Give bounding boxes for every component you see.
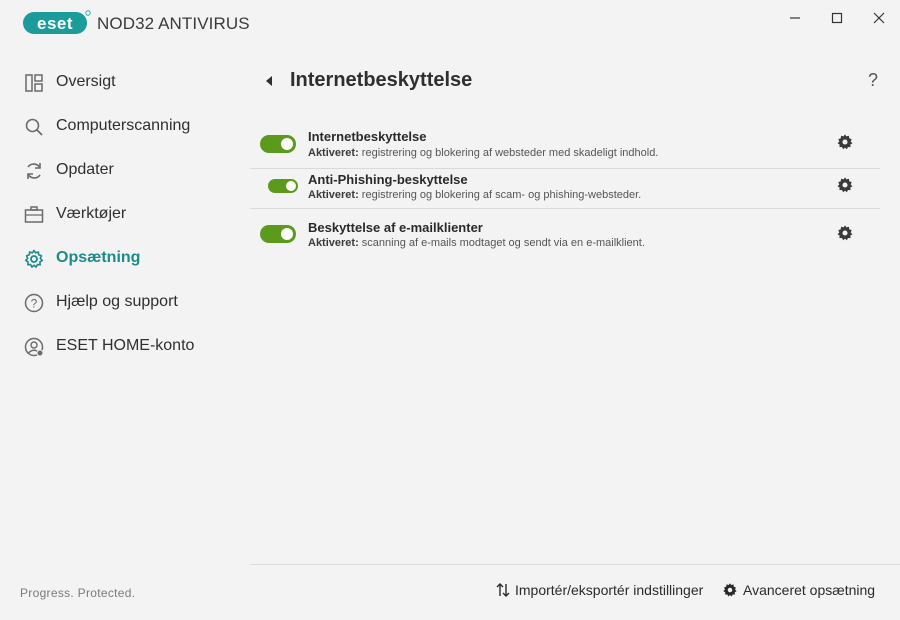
sidebar-item-label: Oversigt	[56, 73, 116, 90]
sidebar-item-label: Hjælp og support	[56, 293, 178, 310]
row-status: Aktiveret:	[308, 237, 359, 249]
internet-protection-toggle[interactable]	[260, 135, 296, 153]
footer-divider	[250, 564, 900, 565]
page-title: Internetbeskyttelse	[290, 69, 473, 91]
eset-logo: eset	[23, 10, 91, 36]
import-export-button[interactable]: Importér/eksportér indstillinger	[496, 582, 703, 598]
sidebar-item-computerscanning[interactable]: Computerscanning	[0, 106, 250, 146]
row-description-text: registrering og blokering af websteder m…	[358, 147, 659, 159]
gear-icon	[24, 249, 44, 269]
import-export-icon	[496, 582, 510, 598]
anti-phishing-toggle[interactable]	[268, 179, 298, 193]
email-client-protection-toggle[interactable]	[260, 225, 296, 243]
gear-icon	[722, 582, 738, 598]
back-arrow-icon	[266, 76, 272, 86]
tagline: Progress. Protected.	[20, 586, 136, 600]
sidebar-item-opsaetning[interactable]: Opsætning	[0, 238, 250, 278]
sidebar-item-label: Opdater	[56, 161, 114, 178]
sidebar-item-eset-home[interactable]: ESET HOME-konto	[0, 326, 250, 366]
protection-row-email-client: Beskyttelse af e-mailklienter Aktiveret:…	[250, 218, 880, 262]
toggle-knob	[281, 228, 293, 240]
maximize-button[interactable]	[816, 0, 858, 36]
back-button[interactable]	[262, 74, 276, 88]
row-description-text: registrering og blokering af scam- og ph…	[358, 189, 642, 201]
gear-icon	[837, 225, 853, 241]
sidebar-item-oversigt[interactable]: Oversigt	[0, 62, 250, 102]
toggle-knob	[286, 181, 296, 191]
help-circle-icon: ?	[24, 293, 44, 313]
close-button[interactable]	[858, 0, 900, 36]
close-icon	[873, 12, 885, 24]
toggle-knob	[281, 138, 293, 150]
sidebar-item-label: Computerscanning	[56, 117, 191, 134]
sidebar-item-label: ESET HOME-konto	[56, 337, 195, 354]
refresh-icon	[24, 161, 44, 181]
sidebar-item-opdater[interactable]: Opdater	[0, 150, 250, 190]
row-description-text: scanning af e-mails modtaget og sendt vi…	[358, 237, 645, 249]
sidebar-item-vaerktoejer[interactable]: Værktøjer	[0, 194, 250, 234]
gear-icon	[837, 134, 853, 150]
search-icon	[24, 117, 44, 137]
title-bar: eset NOD32 ANTIVIRUS	[0, 0, 900, 48]
sidebar-item-label: Opsætning	[56, 249, 141, 266]
row-description: Aktiveret: registrering og blokering af …	[308, 147, 658, 159]
svg-text:eset: eset	[37, 14, 73, 33]
maximize-icon	[831, 12, 843, 24]
sidebar-item-label: Værktøjer	[56, 205, 127, 222]
minimize-icon	[790, 17, 800, 19]
row-title: Beskyttelse af e-mailklienter	[308, 220, 483, 235]
anti-phishing-settings-button[interactable]	[836, 176, 854, 194]
row-status: Aktiveret:	[308, 189, 359, 201]
window-controls	[774, 0, 900, 36]
row-title: Anti-Phishing-beskyttelse	[308, 172, 468, 187]
svg-text:?: ?	[31, 297, 38, 311]
dashboard-icon	[24, 73, 44, 93]
advanced-setup-button[interactable]: Avanceret opsætning	[722, 582, 875, 598]
account-icon	[24, 337, 44, 357]
advanced-setup-label: Avanceret opsætning	[743, 582, 876, 598]
internet-protection-settings-button[interactable]	[836, 133, 854, 151]
gear-icon	[837, 177, 853, 193]
row-description: Aktiveret: scanning af e-mails modtaget …	[308, 237, 645, 249]
sidebar-item-hjaelp[interactable]: ? Hjælp og support	[0, 282, 250, 322]
row-title: Internetbeskyttelse	[308, 129, 427, 144]
main-panel: Internetbeskyttelse ? Internetbeskyttels…	[250, 48, 900, 620]
sidebar: Oversigt Computerscanning Opdater Værktø…	[0, 60, 250, 620]
help-button[interactable]: ?	[868, 70, 878, 91]
product-name: NOD32 ANTIVIRUS	[97, 14, 250, 33]
protection-row-anti-phishing: Anti-Phishing-beskyttelse Aktiveret: reg…	[250, 169, 880, 209]
row-description: Aktiveret: registrering og blokering af …	[308, 189, 641, 201]
import-export-label: Importér/eksportér indstillinger	[515, 582, 704, 598]
minimize-button[interactable]	[774, 0, 816, 36]
row-status: Aktiveret:	[308, 147, 359, 159]
briefcase-icon	[24, 205, 44, 225]
email-client-settings-button[interactable]	[836, 224, 854, 242]
protection-row-internet: Internetbeskyttelse Aktiveret: registrer…	[250, 126, 880, 169]
